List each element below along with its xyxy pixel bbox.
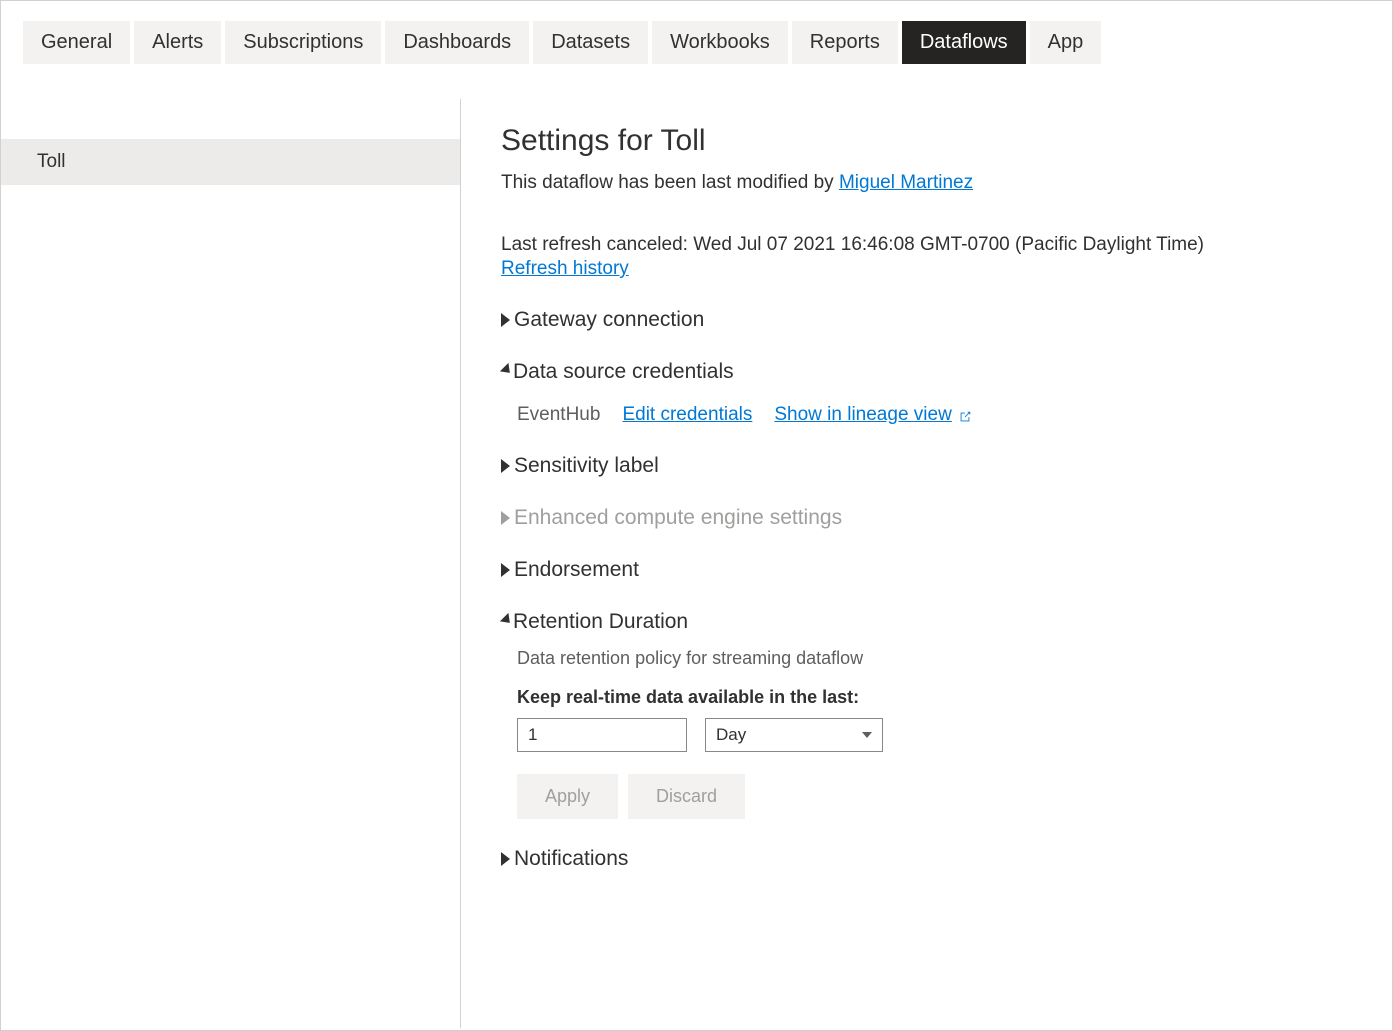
caret-right-icon [501, 852, 510, 866]
section-title: Sensitivity label [514, 454, 659, 478]
caret-right-icon [501, 313, 510, 327]
sidebar: Toll [1, 99, 461, 1028]
tab-datasets[interactable]: Datasets [533, 21, 648, 64]
tab-alerts[interactable]: Alerts [134, 21, 221, 64]
external-link-icon [958, 408, 972, 422]
section-sensitivity: Sensitivity label [501, 454, 1352, 478]
tab-dashboards[interactable]: Dashboards [385, 21, 529, 64]
retention-field-label: Keep real-time data available in the las… [517, 687, 1352, 708]
apply-button[interactable]: Apply [517, 774, 618, 819]
refresh-history-link[interactable]: Refresh history [501, 258, 629, 280]
section-header-sensitivity[interactable]: Sensitivity label [501, 454, 1352, 478]
credential-source-name: EventHub [517, 404, 600, 426]
retention-value-input[interactable] [517, 718, 687, 752]
section-header-endorsement[interactable]: Endorsement [501, 558, 1352, 582]
show-lineage-label: Show in lineage view [774, 404, 951, 426]
tab-workbooks[interactable]: Workbooks [652, 21, 788, 64]
section-title: Endorsement [514, 558, 639, 582]
sidebar-item-toll[interactable]: Toll [1, 139, 460, 185]
caret-right-icon [501, 511, 510, 525]
last-refresh-text: Last refresh canceled: Wed Jul 07 2021 1… [501, 234, 1352, 256]
tab-general[interactable]: General [23, 21, 130, 64]
retention-unit-value: Day [716, 725, 746, 745]
section-header-enhanced: Enhanced compute engine settings [501, 506, 1352, 530]
retention-fields: Day [517, 718, 1352, 752]
caret-down-icon [500, 363, 514, 377]
page-title: Settings for Toll [501, 124, 1352, 158]
section-title: Notifications [514, 847, 628, 871]
tab-app[interactable]: App [1030, 21, 1102, 64]
tab-subscriptions[interactable]: Subscriptions [225, 21, 381, 64]
edit-credentials-link[interactable]: Edit credentials [622, 404, 752, 426]
tab-bar: General Alerts Subscriptions Dashboards … [1, 1, 1392, 64]
retention-subtext: Data retention policy for streaming data… [517, 648, 1352, 669]
section-title: Data source credentials [513, 360, 734, 384]
section-title: Gateway connection [514, 308, 704, 332]
credential-row: EventHub Edit credentials Show in lineag… [517, 404, 1352, 426]
section-retention: Retention Duration Data retention policy… [501, 610, 1352, 819]
caret-right-icon [501, 563, 510, 577]
section-gateway: Gateway connection [501, 308, 1352, 332]
modified-prefix: This dataflow has been last modified by [501, 172, 839, 193]
tab-dataflows[interactable]: Dataflows [902, 21, 1026, 64]
show-lineage-link[interactable]: Show in lineage view [774, 404, 971, 426]
modified-user-link[interactable]: Miguel Martinez [839, 172, 973, 193]
section-header-retention[interactable]: Retention Duration [501, 610, 1352, 634]
retention-buttons: Apply Discard [517, 774, 1352, 819]
section-enhanced-compute: Enhanced compute engine settings [501, 506, 1352, 530]
section-header-credentials[interactable]: Data source credentials [501, 360, 1352, 384]
caret-down-icon [500, 613, 514, 627]
modified-by-line: This dataflow has been last modified by … [501, 172, 1352, 194]
section-header-gateway[interactable]: Gateway connection [501, 308, 1352, 332]
section-endorsement: Endorsement [501, 558, 1352, 582]
chevron-down-icon [862, 732, 872, 738]
section-notifications: Notifications [501, 847, 1352, 871]
retention-unit-select[interactable]: Day [705, 718, 883, 752]
discard-button[interactable]: Discard [628, 774, 745, 819]
section-title: Enhanced compute engine settings [514, 506, 842, 530]
tab-reports[interactable]: Reports [792, 21, 898, 64]
section-header-notifications[interactable]: Notifications [501, 847, 1352, 871]
caret-right-icon [501, 459, 510, 473]
section-credentials: Data source credentials EventHub Edit cr… [501, 360, 1352, 426]
content-wrap: Toll Settings for Toll This dataflow has… [1, 99, 1392, 1028]
section-title: Retention Duration [513, 610, 688, 634]
main-panel: Settings for Toll This dataflow has been… [461, 99, 1392, 1028]
